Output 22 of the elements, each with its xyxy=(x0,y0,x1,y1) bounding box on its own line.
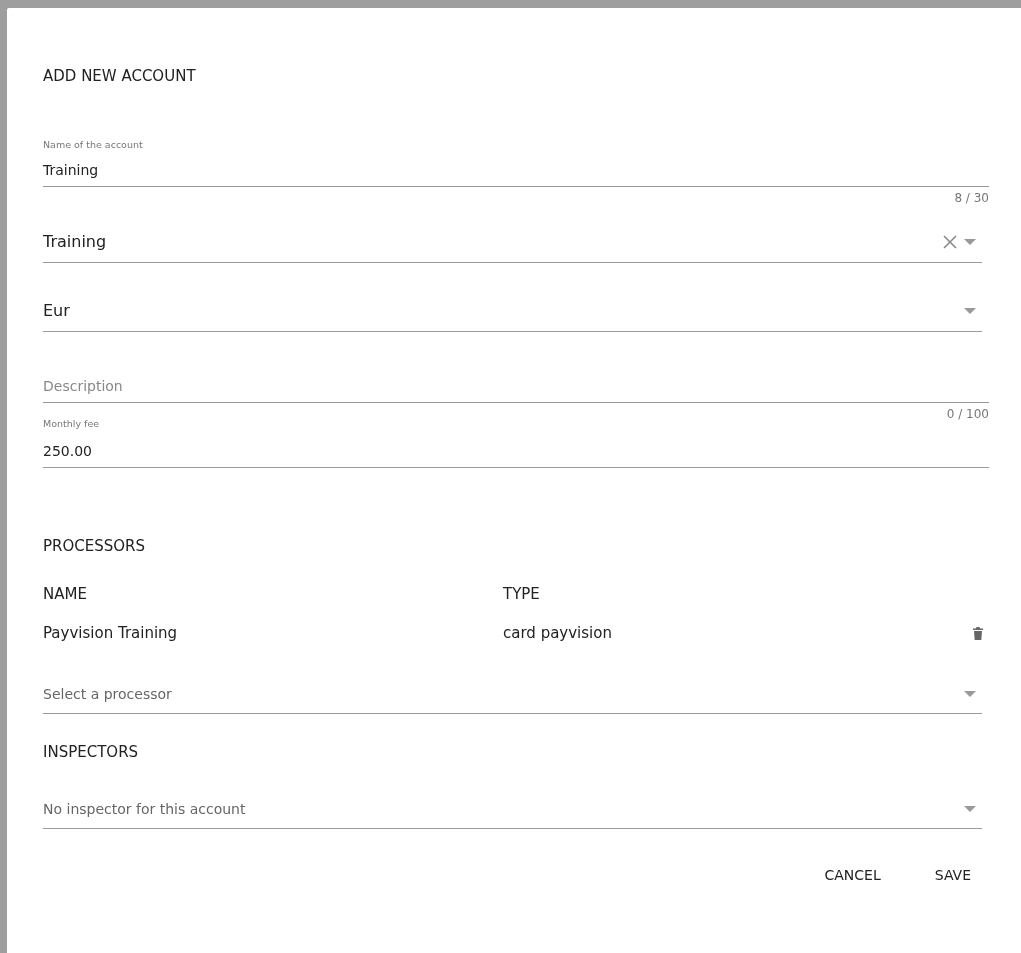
close-icon[interactable] xyxy=(942,234,958,250)
column-header: TYPE xyxy=(503,584,541,604)
table-cell-text: card payvision xyxy=(503,623,613,643)
trash-icon[interactable] xyxy=(973,626,983,640)
caret-icon xyxy=(964,806,976,812)
dialog-title: ADD NEW ACCOUNT xyxy=(43,66,197,86)
table-cell-text: Payvision Training xyxy=(43,623,179,643)
select-field[interactable]: No inspector for this account xyxy=(43,791,982,829)
character-counter: 8 / 30 xyxy=(954,191,989,205)
select-field[interactable]: Eur xyxy=(43,291,982,332)
text-field[interactable]: Description xyxy=(43,376,989,403)
caret-icon xyxy=(964,308,976,314)
select-field[interactable]: Select a processor xyxy=(43,676,982,714)
column-header: NAME xyxy=(43,584,88,604)
select-field[interactable]: Training xyxy=(43,222,982,263)
section-heading: INSPECTORS xyxy=(43,742,140,762)
section-heading: PROCESSORS xyxy=(43,536,147,556)
text-field[interactable]: Name of the account Training xyxy=(43,138,989,187)
caret-icon xyxy=(964,239,976,245)
caret-icon xyxy=(964,691,976,697)
dialog-button[interactable]: SAVE xyxy=(922,859,983,891)
dialog-button[interactable]: CANCEL xyxy=(812,859,893,891)
